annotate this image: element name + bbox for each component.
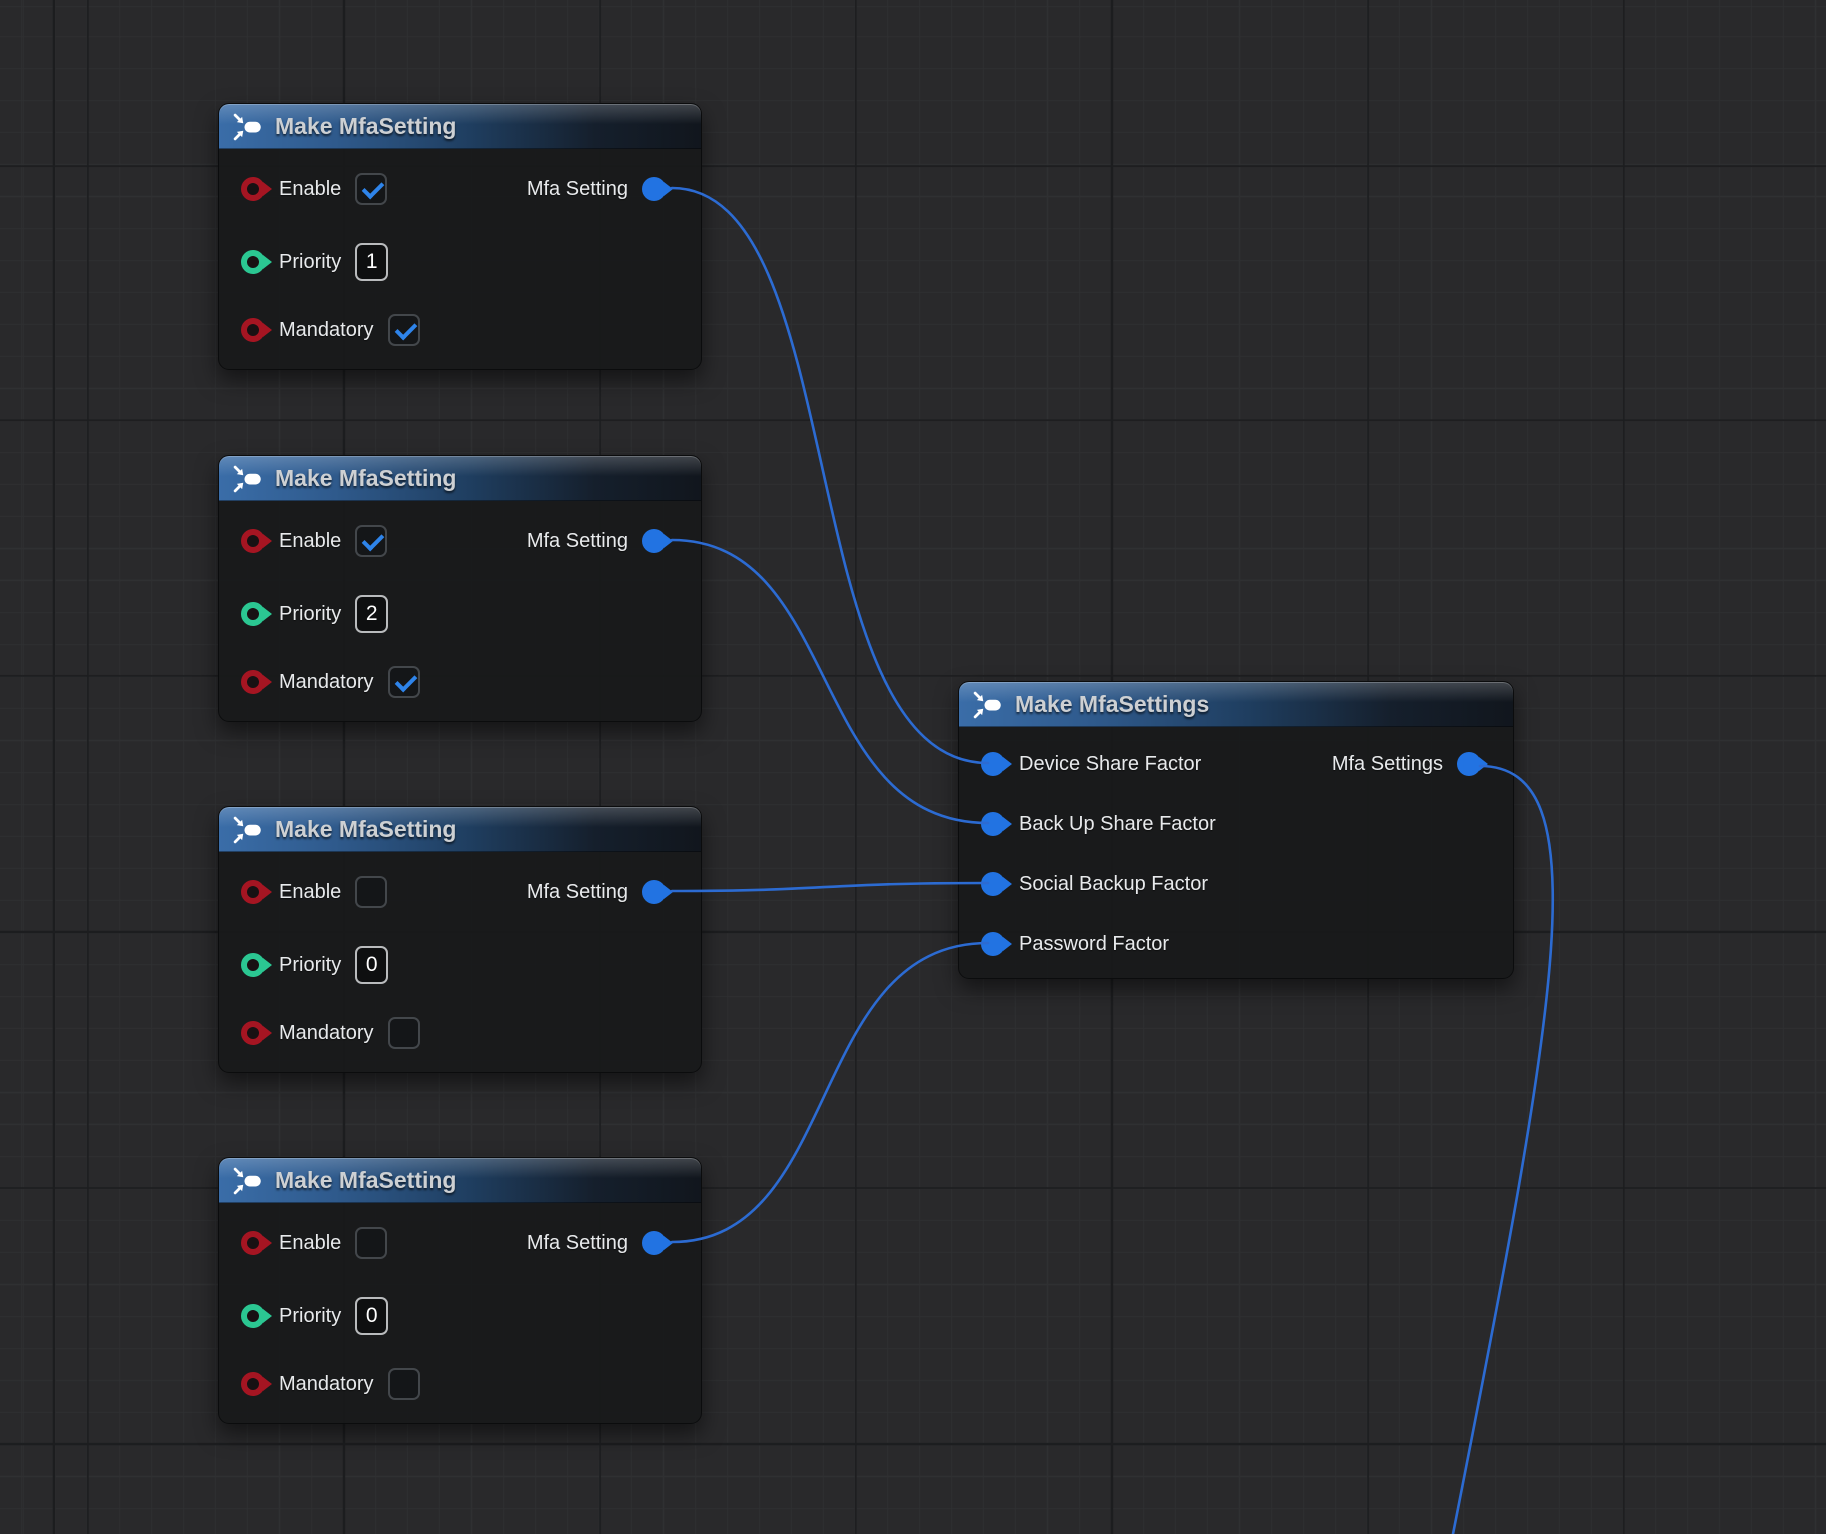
node-title: Make MfaSetting	[275, 1167, 456, 1194]
struct-pin-icon[interactable]	[642, 177, 666, 201]
node-make-mfasetting-4[interactable]: Make MfaSetting Enable Priority 0 Mandat…	[218, 1157, 702, 1424]
enable-checkbox[interactable]	[355, 525, 387, 557]
pin-label: Back Up Share Factor	[1019, 813, 1216, 836]
struct-pin-icon[interactable]	[981, 812, 1005, 836]
checkmark-icon	[362, 177, 385, 200]
pin-row-priority: Priority 0	[241, 1297, 388, 1335]
node-header[interactable]: Make MfaSetting	[219, 456, 701, 501]
int-pin-icon[interactable]	[241, 1304, 265, 1328]
pin-label: Enable	[279, 881, 341, 904]
node-header[interactable]: Make MfaSetting	[219, 807, 701, 852]
pin-label: Enable	[279, 178, 341, 201]
node-title: Make MfaSettings	[1015, 691, 1209, 718]
pin-row-mfa-setting-out: Mfa Setting	[527, 876, 666, 908]
make-struct-icon	[232, 1166, 262, 1196]
struct-pin-icon[interactable]	[1457, 752, 1481, 776]
make-struct-icon	[232, 112, 262, 142]
mandatory-checkbox[interactable]	[388, 666, 420, 698]
node-title: Make MfaSetting	[275, 113, 456, 140]
make-struct-icon	[232, 815, 262, 845]
pin-row-mandatory: Mandatory	[241, 666, 420, 698]
struct-pin-icon[interactable]	[981, 752, 1005, 776]
mandatory-checkbox[interactable]	[388, 1368, 420, 1400]
pin-row-priority: Priority 0	[241, 946, 388, 984]
pin-label: Priority	[279, 954, 341, 977]
bool-pin-icon[interactable]	[241, 1021, 265, 1045]
node-title: Make MfaSetting	[275, 816, 456, 843]
bool-pin-icon[interactable]	[241, 318, 265, 342]
pin-row-mandatory: Mandatory	[241, 314, 420, 346]
node-make-mfasetting-2[interactable]: Make MfaSetting Enable Priority 2 Mandat…	[218, 455, 702, 722]
node-title: Make MfaSetting	[275, 465, 456, 492]
pin-label: Device Share Factor	[1019, 753, 1201, 776]
pin-row-mfa-setting-out: Mfa Setting	[527, 1227, 666, 1259]
struct-pin-icon[interactable]	[642, 1231, 666, 1255]
pin-row-enable: Enable	[241, 1227, 387, 1259]
enable-checkbox[interactable]	[355, 1227, 387, 1259]
pin-label: Enable	[279, 1232, 341, 1255]
pin-label: Enable	[279, 530, 341, 553]
pin-label: Mandatory	[279, 1022, 374, 1045]
pin-label: Mandatory	[279, 319, 374, 342]
priority-value-input[interactable]: 2	[355, 595, 388, 633]
pin-row-enable: Enable	[241, 173, 387, 205]
struct-pin-icon[interactable]	[642, 529, 666, 553]
pin-label: Mfa Setting	[527, 178, 628, 201]
pin-row-priority: Priority 1	[241, 243, 388, 281]
pin-label: Mfa Setting	[527, 881, 628, 904]
node-header[interactable]: Make MfaSetting	[219, 1158, 701, 1203]
struct-pin-icon[interactable]	[642, 880, 666, 904]
pin-label: Mfa Setting	[527, 1232, 628, 1255]
node-header[interactable]: Make MfaSettings	[959, 682, 1513, 727]
node-make-mfasetting-1[interactable]: Make MfaSetting Enable Priority 1 Mandat…	[218, 103, 702, 370]
pin-label: Mandatory	[279, 671, 374, 694]
node-make-mfasetting-3[interactable]: Make MfaSetting Enable Priority 0 Mandat…	[218, 806, 702, 1073]
pin-row-priority: Priority 2	[241, 595, 388, 633]
pin-row-mandatory: Mandatory	[241, 1368, 420, 1400]
pin-row-mfa-setting-out: Mfa Setting	[527, 173, 666, 205]
checkmark-icon	[394, 318, 417, 341]
priority-value-input[interactable]: 0	[355, 1297, 388, 1335]
pin-label: Priority	[279, 603, 341, 626]
pin-row-enable: Enable	[241, 876, 387, 908]
int-pin-icon[interactable]	[241, 953, 265, 977]
mandatory-checkbox[interactable]	[388, 1017, 420, 1049]
bool-pin-icon[interactable]	[241, 1372, 265, 1396]
pin-row-password-factor: Password Factor	[981, 928, 1169, 960]
pin-row-mfa-setting-out: Mfa Setting	[527, 525, 666, 557]
pin-row-social-backup-factor: Social Backup Factor	[981, 868, 1208, 900]
checkmark-icon	[394, 670, 417, 693]
pin-row-mfa-settings-out: Mfa Settings	[1332, 748, 1481, 780]
pin-label: Priority	[279, 1305, 341, 1328]
bool-pin-icon[interactable]	[241, 177, 265, 201]
pin-label: Mandatory	[279, 1373, 374, 1396]
bool-pin-icon[interactable]	[241, 670, 265, 694]
enable-checkbox[interactable]	[355, 876, 387, 908]
pin-label: Priority	[279, 251, 341, 274]
mandatory-checkbox[interactable]	[388, 314, 420, 346]
checkmark-icon	[362, 529, 385, 552]
pin-label: Mfa Setting	[527, 530, 628, 553]
make-struct-icon	[972, 690, 1002, 720]
int-pin-icon[interactable]	[241, 602, 265, 626]
priority-value-input[interactable]: 1	[355, 243, 388, 281]
pin-row-backup-share-factor: Back Up Share Factor	[981, 808, 1216, 840]
pin-label: Mfa Settings	[1332, 753, 1443, 776]
node-make-mfasettings[interactable]: Make MfaSettings Device Share Factor Bac…	[958, 681, 1514, 979]
pin-row-enable: Enable	[241, 525, 387, 557]
priority-value-input[interactable]: 0	[355, 946, 388, 984]
struct-pin-icon[interactable]	[981, 932, 1005, 956]
pin-label: Password Factor	[1019, 933, 1169, 956]
bool-pin-icon[interactable]	[241, 880, 265, 904]
pin-row-device-share-factor: Device Share Factor	[981, 748, 1201, 780]
struct-pin-icon[interactable]	[981, 872, 1005, 896]
bool-pin-icon[interactable]	[241, 529, 265, 553]
pin-label: Social Backup Factor	[1019, 873, 1208, 896]
int-pin-icon[interactable]	[241, 250, 265, 274]
node-header[interactable]: Make MfaSetting	[219, 104, 701, 149]
enable-checkbox[interactable]	[355, 173, 387, 205]
make-struct-icon	[232, 464, 262, 494]
bool-pin-icon[interactable]	[241, 1231, 265, 1255]
pin-row-mandatory: Mandatory	[241, 1017, 420, 1049]
